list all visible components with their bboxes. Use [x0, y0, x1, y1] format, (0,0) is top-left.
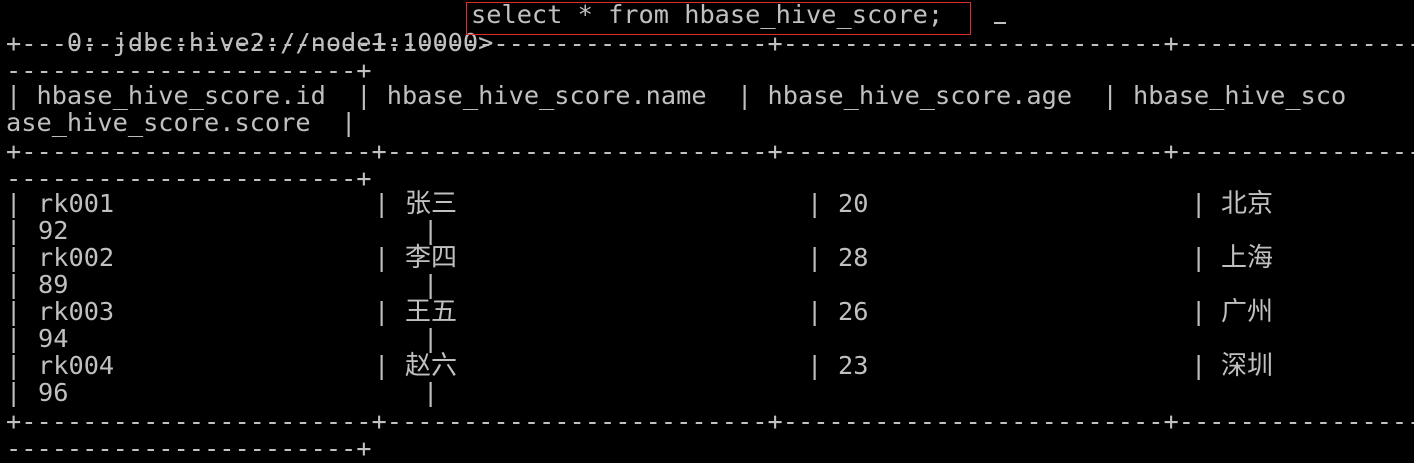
cell-separator: | — [1191, 243, 1207, 272]
cell-city: 深圳 — [1221, 351, 1274, 381]
table-border-header: +-----------------------+---------------… — [6, 137, 1414, 166]
cell-separator: | — [807, 189, 823, 218]
cell-city: 上海 — [1221, 243, 1274, 273]
cell-separator: | — [6, 270, 22, 299]
cell-separator: | — [807, 351, 823, 380]
cell-city: 广州 — [1221, 297, 1274, 327]
cell-separator: | — [6, 351, 22, 380]
cell-separator: | — [6, 324, 22, 353]
table-border-bottom-wrap: -----------------------+ — [6, 434, 372, 463]
cell-age: 26 — [838, 297, 869, 326]
cell-separator: | — [374, 297, 390, 326]
table-border-top: +-----------------------+---------------… — [6, 29, 1414, 58]
cell-id: rk001 — [38, 189, 115, 218]
cell-separator: | — [6, 216, 22, 245]
cell-age: 23 — [838, 351, 869, 380]
text-cursor — [994, 22, 1006, 24]
table-border-bottom: +-----------------------+---------------… — [6, 407, 1414, 436]
cell-score: 89 — [38, 270, 69, 299]
cell-separator: | — [423, 324, 439, 353]
cell-name: 赵六 — [405, 351, 458, 381]
cell-separator: | — [6, 243, 22, 272]
cell-separator: | — [374, 189, 390, 218]
cell-separator: | — [423, 270, 439, 299]
cell-separator: | — [374, 243, 390, 272]
cell-score: 92 — [38, 216, 69, 245]
cell-separator: | — [374, 351, 390, 380]
cell-separator: | — [807, 243, 823, 272]
cell-name: 王五 — [405, 297, 458, 327]
cell-separator: | — [423, 378, 439, 407]
command-line: 0: jdbc:hive2://node1:10000> select * fr… — [6, 1, 943, 57]
cell-separator: | — [1191, 351, 1207, 380]
cell-separator: | — [6, 297, 22, 326]
terminal-window[interactable]: 0: jdbc:hive2://node1:10000> select * fr… — [0, 0, 1414, 463]
table-header-row-wrap: ase_hive_score.score | — [6, 108, 357, 137]
cell-score: 94 — [38, 324, 69, 353]
cell-id: rk003 — [38, 297, 115, 326]
table-header-row: | hbase_hive_score.id | hbase_hive_score… — [6, 81, 1347, 110]
cell-separator: | — [423, 216, 439, 245]
cell-id: rk004 — [38, 351, 115, 380]
cell-score: 96 — [38, 378, 69, 407]
cell-separator: | — [1191, 297, 1207, 326]
cell-separator: | — [807, 297, 823, 326]
cell-name: 张三 — [405, 189, 458, 219]
cell-separator: | — [6, 189, 22, 218]
cell-separator: | — [1191, 189, 1207, 218]
cell-name: 李四 — [405, 243, 458, 273]
cell-age: 20 — [838, 189, 869, 218]
cell-age: 28 — [838, 243, 869, 272]
cell-separator: | — [6, 378, 22, 407]
cell-id: rk002 — [38, 243, 115, 272]
cell-city: 北京 — [1221, 189, 1274, 219]
